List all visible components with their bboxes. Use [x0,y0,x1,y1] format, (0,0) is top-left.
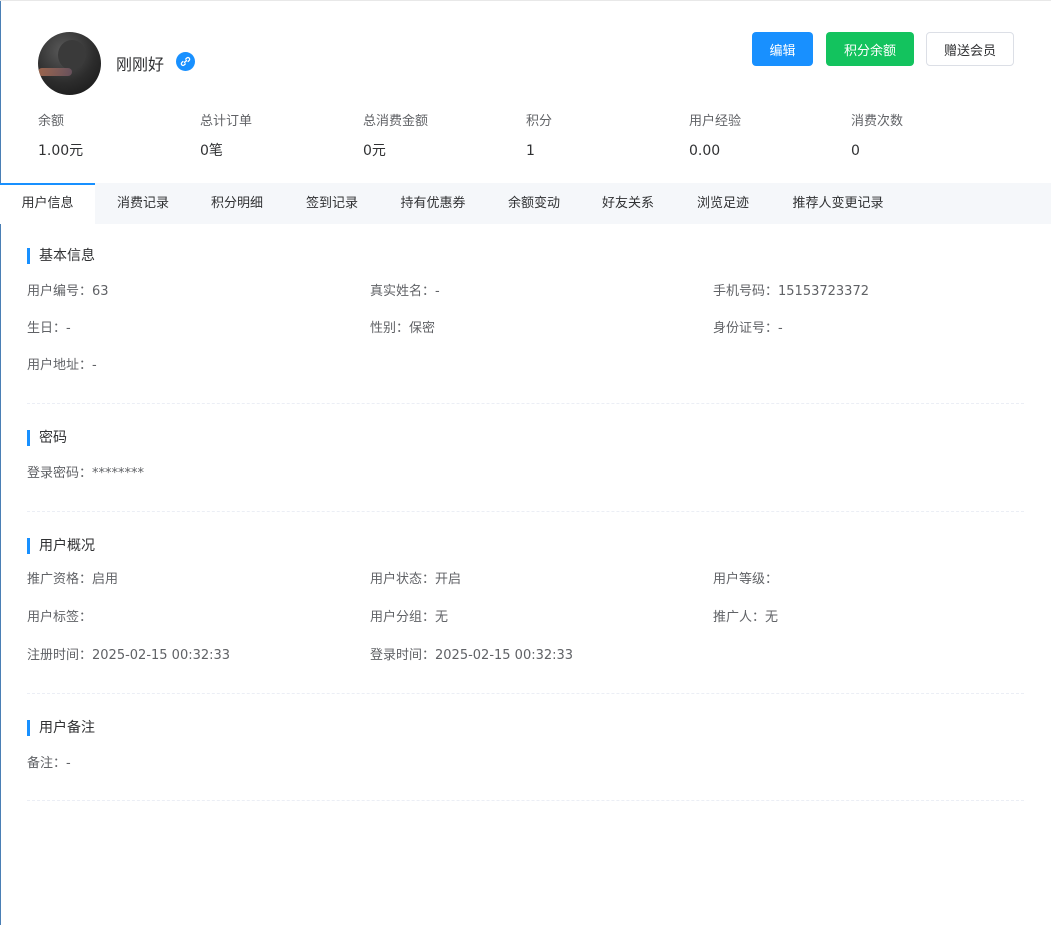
points-balance-button[interactable]: 积分余额 [826,32,914,66]
avatar-glow [38,68,72,76]
tab-coupons[interactable]: 持有优惠券 [390,183,476,224]
section-divider [27,800,1024,801]
edit-button[interactable]: 编辑 [752,32,813,66]
user-stats: 余额 1.00元 总计订单 0笔 总消费金额 0元 积分 1 用户经验 0.00… [38,113,1038,163]
stat-value: 0元 [363,143,386,159]
stat-label: 总消费金额 [363,114,429,129]
section-divider [27,403,1024,404]
tab-balance-changes[interactable]: 余额变动 [498,183,570,224]
stat-label: 积分 [526,114,553,129]
stat-value: 0.00 [689,143,721,159]
stat-total-orders: 总计订单 0笔 [200,113,252,161]
stat-label: 总计订单 [200,114,253,129]
user-header: 刚刚好 编辑 积分余额 赠送会员 余额 1.00元 总计订单 0笔 总消费金额 … [0,0,1051,183]
avatar[interactable] [38,32,101,95]
section-divider [27,693,1024,694]
stat-experience: 用户经验 0.00 [689,113,741,161]
stat-points: 积分 1 [526,113,552,161]
field-user-tags: 用户标签： [27,610,93,625]
stat-label: 余额 [38,114,65,129]
user-name: 刚刚好 [116,55,165,74]
stat-label: 用户经验 [689,114,742,129]
section-title-remark: 用户备注 [27,719,95,737]
field-id-card: 身份证号：- [713,321,783,336]
avatar-figure [58,40,86,70]
tab-points-details[interactable]: 积分明细 [201,183,273,224]
field-user-status: 用户状态：开启 [370,572,462,587]
link-icon[interactable] [176,52,195,71]
field-birthday: 生日：- [27,321,71,336]
stat-total-spent: 总消费金额 0元 [363,113,428,161]
field-remark: 备注：- [27,756,71,771]
stat-label: 消费次数 [851,114,904,129]
tab-user-info[interactable]: 用户信息 [0,183,95,224]
section-title-overview: 用户概况 [27,537,95,555]
field-phone: 手机号码：15153723372 [713,284,869,299]
field-gender: 性别：保密 [370,321,436,336]
field-login-time: 登录时间：2025-02-15 00:32:33 [370,648,574,663]
stat-balance: 余额 1.00元 [38,113,83,161]
section-divider [27,511,1024,512]
stat-value: 1.00元 [38,143,84,159]
stat-value: 1 [526,143,535,159]
gift-member-button[interactable]: 赠送会员 [926,32,1014,66]
tab-consume-records[interactable]: 消费记录 [107,183,179,224]
field-address: 用户地址：- [27,358,97,373]
field-register-time: 注册时间：2025-02-15 00:32:33 [27,648,231,663]
stat-value: 0笔 [200,143,223,159]
tab-referrer-changes[interactable]: 推荐人变更记录 [782,183,894,224]
field-promoter: 推广人：无 [713,610,779,625]
field-login-password: 登录密码：******** [27,466,145,481]
field-user-level: 用户等级： [713,572,779,587]
tab-checkin-records[interactable]: 签到记录 [296,183,368,224]
field-user-id: 用户编号：63 [27,284,109,299]
field-user-group: 用户分组：无 [370,610,449,625]
field-real-name: 真实姓名：- [370,284,440,299]
section-title-basic-info: 基本信息 [27,247,95,265]
field-promotion-eligibility: 推广资格：启用 [27,572,119,587]
tab-browse-history[interactable]: 浏览足迹 [687,183,759,224]
stat-consume-count: 消费次数 0 [851,113,903,161]
stat-value: 0 [851,143,860,159]
tab-friends[interactable]: 好友关系 [592,183,664,224]
tab-bar: 用户信息 消费记录 积分明细 签到记录 持有优惠券 余额变动 好友关系 浏览足迹… [0,183,1051,224]
section-title-password: 密码 [27,429,67,447]
